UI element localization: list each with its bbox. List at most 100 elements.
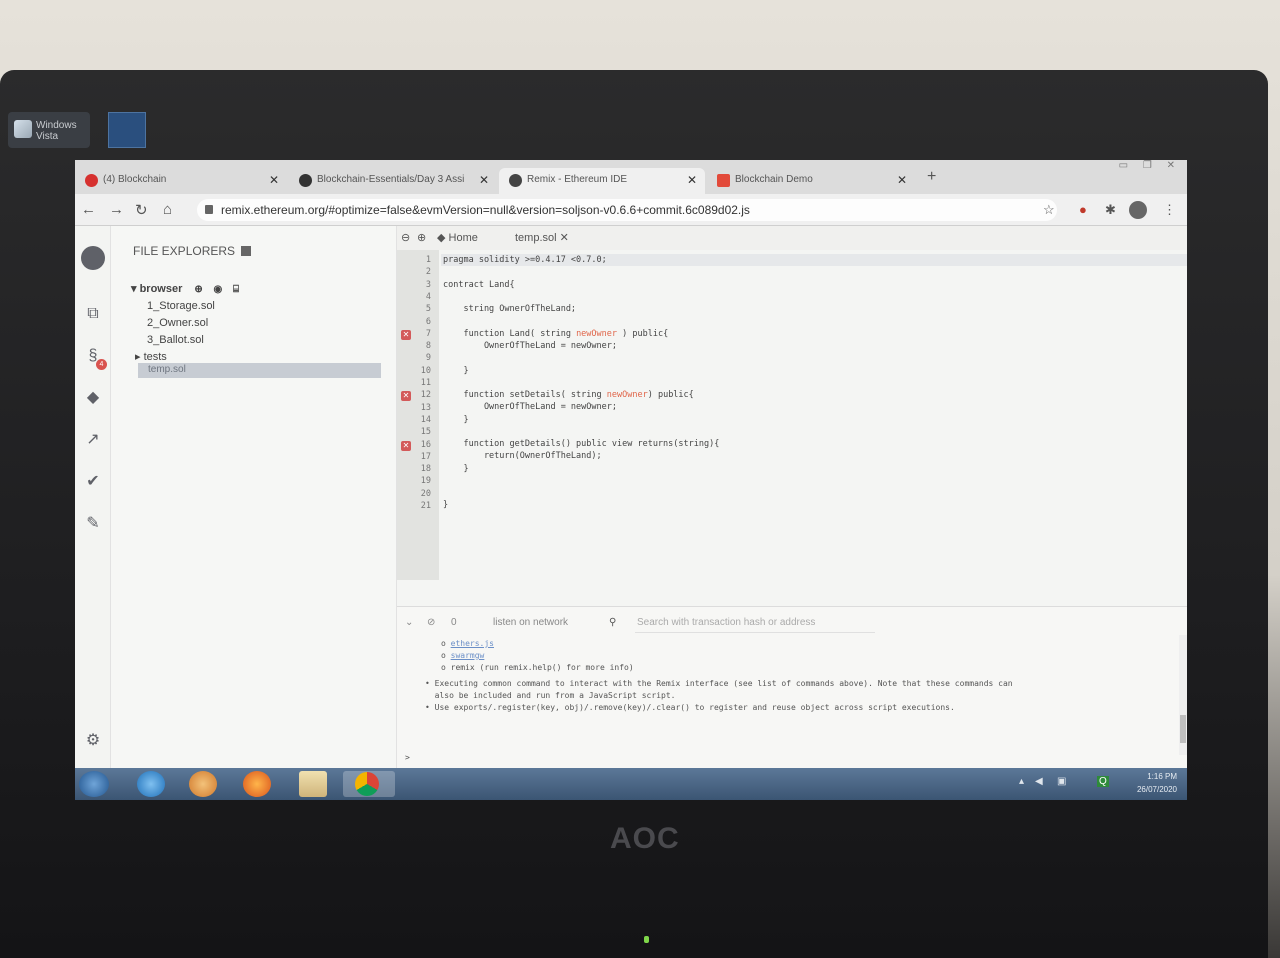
error-marker-icon[interactable]: ✕ [401, 329, 411, 340]
line-number: 12 [420, 390, 431, 401]
clock[interactable]: 1:16 PM 26/07/2020 [1137, 770, 1177, 796]
scrollbar-thumb[interactable] [1180, 715, 1186, 743]
editor-area: ⊖ ⊕ ◆ Home temp.sol ✕ 1 2 3 4 5 6 7 ✕ 8 9 10 11 12 ✕ 1… [397, 226, 1187, 768]
taskbar: ▴ ◀ ▣ Q 1:16 PM 26/07/2020 [75, 768, 1187, 800]
docs-icon[interactable] [241, 246, 252, 256]
terminal-line-exec2: also be included and run from a JavaScri… [425, 691, 676, 700]
file-explorers-icon[interactable]: ⧉ [83, 304, 103, 324]
code-line-14: } [443, 415, 469, 425]
file-item[interactable]: 1_Storage.sol [131, 298, 243, 315]
line-number: 19 [420, 476, 431, 487]
extension-icon[interactable]: ● [1079, 202, 1087, 217]
line-number: 21 [420, 501, 431, 511]
tab-home[interactable]: ◆ Home [437, 231, 478, 244]
forward-icon[interactable]: → [109, 201, 124, 218]
tab-remix[interactable]: Remix - Ethereum IDE ✕ [499, 168, 705, 194]
file-explorer-icon[interactable] [299, 771, 327, 797]
code-line-8: OwnerOfTheLand = newOwner; [443, 341, 617, 351]
close-icon[interactable]: ✕ [897, 173, 907, 187]
windows-logo-icon [14, 120, 32, 138]
close-icon[interactable]: ✕ [687, 173, 697, 187]
code-line-1: pragma solidity >=0.4.17 <0.7.0; [443, 255, 607, 265]
window-controls[interactable]: ▭ ❐ ✕ [1119, 160, 1181, 171]
remix-icon [509, 174, 522, 187]
compiler-icon[interactable]: § 4 [83, 346, 107, 370]
line-number: 7 [425, 328, 431, 339]
power-led [644, 936, 649, 943]
monitor-brand: AOC [610, 822, 680, 855]
close-icon[interactable]: ✕ [560, 232, 569, 244]
tab-youtube[interactable]: (4) Blockchain ✕ [75, 168, 287, 194]
bookmark-star-icon[interactable]: ☆ [1043, 202, 1055, 218]
line-number: 5 [425, 304, 431, 315]
reload-icon[interactable]: ↻ [135, 201, 148, 219]
start-button-icon[interactable] [79, 771, 109, 797]
menu-icon[interactable]: ⋮ [1163, 202, 1176, 218]
panel-title: FILE EXPLORERS [133, 244, 252, 258]
collapse-terminal-icon[interactable]: ⌄ [405, 617, 413, 628]
media-player-icon[interactable] [189, 771, 217, 797]
file-item[interactable]: 3_Ballot.sol [131, 332, 243, 349]
back-icon[interactable]: ← [81, 201, 96, 218]
terminal-scrollbar[interactable] [1179, 635, 1187, 755]
home-icon[interactable]: ⌂ [163, 201, 172, 218]
icon-panel: ⧉ § 4 ◆ ↗ ✔ ✎ ⚙ [75, 226, 111, 768]
new-tab-button[interactable]: + [927, 168, 936, 186]
line-number: 1 [425, 255, 431, 265]
terminal-line-exec3: • Use exports/.register(key, obj)/.remov… [425, 703, 955, 712]
clear-console-icon[interactable]: ⊘ [427, 617, 435, 628]
terminal-prompt[interactable]: > [405, 753, 410, 762]
plugin-manager-icon[interactable]: ✎ [83, 514, 103, 534]
workspace-browser[interactable]: ▾ browser ⊕ ◉ ⌸ [131, 281, 243, 298]
code-line-12: function setDetails( string newOwner) pu… [443, 390, 694, 400]
remix-logo-icon[interactable] [81, 246, 105, 270]
error-marker-icon[interactable]: ✕ [401, 440, 411, 451]
tray-app-icon[interactable]: Q [1097, 776, 1109, 787]
zoom-out-icon[interactable]: ⊖ [401, 231, 410, 244]
tab-temp-sol[interactable]: temp.sol ✕ [515, 231, 569, 244]
code-line-18: } [443, 464, 469, 474]
line-number: 9 [425, 353, 431, 364]
close-icon[interactable]: ✕ [479, 173, 489, 187]
close-icon[interactable]: ✕ [269, 173, 279, 187]
analysis-icon[interactable]: ↗ [83, 430, 103, 450]
terminal-line-remix: o remix (run remix.help() for more info) [441, 663, 634, 672]
file-item[interactable]: 2_Owner.sol [131, 315, 243, 332]
listen-network-toggle[interactable]: listen on network [493, 617, 568, 628]
terminal-panel: ⌄ ⊘ 0 listen on network ⚲ Search with tr… [397, 606, 1187, 768]
volume-icon[interactable]: ◀ [1035, 776, 1043, 787]
code-line-16: function getDetails() public view return… [443, 439, 720, 449]
code-editor[interactable]: pragma solidity >=0.4.17 <0.7.0; contrac… [441, 250, 1187, 580]
url-field[interactable]: remix.ethereum.org/#optimize=false&evmVe… [197, 199, 1057, 221]
blockchain-demo-icon [717, 174, 730, 187]
tab-github[interactable]: Blockchain-Essentials/Day 3 Assi ✕ [289, 168, 497, 194]
code-line-17: return(OwnerOfTheLand); [443, 451, 602, 461]
file-item-selected[interactable]: temp.sol [138, 363, 381, 378]
puzzle-icon[interactable]: ✱ [1105, 202, 1116, 218]
line-number: 11 [420, 378, 431, 388]
deploy-run-icon[interactable]: ◆ [83, 388, 103, 408]
terminal-line-swarmgw: o swarmgw [441, 651, 485, 660]
code-line-5: string OwnerOfTheLand; [443, 304, 577, 314]
firefox-icon[interactable] [243, 771, 271, 797]
internet-explorer-icon[interactable] [137, 771, 165, 797]
code-line-10: } [443, 366, 469, 376]
file-tree: ▾ browser ⊕ ◉ ⌸ 1_Storage.sol 2_Owner.sol… [131, 281, 243, 366]
youtube-icon [85, 174, 98, 187]
zoom-in-icon[interactable]: ⊕ [417, 231, 426, 244]
error-marker-icon[interactable]: ✕ [401, 391, 411, 402]
file-explorer-panel: FILE EXPLORERS ▾ browser ⊕ ◉ ⌸ 1_Storage.… [111, 226, 397, 768]
network-icon[interactable]: ▣ [1057, 776, 1066, 787]
testing-icon[interactable]: ✔ [83, 472, 103, 492]
chrome-taskbar-button[interactable] [343, 771, 395, 797]
pending-tx-count: 0 [451, 617, 457, 628]
line-number: 13 [420, 402, 431, 413]
tray-arrow-icon[interactable]: ▴ [1019, 776, 1024, 787]
workspace-actions[interactable]: ⊕ ◉ ⌸ [194, 281, 243, 298]
tab-blockchain-demo[interactable]: Blockchain Demo ✕ [707, 168, 915, 194]
tx-search-input[interactable]: Search with transaction hash or address [635, 615, 875, 633]
chrome-icon [355, 772, 379, 796]
avatar[interactable] [1129, 201, 1147, 219]
browser-tab-strip: (4) Blockchain ✕ Blockchain-Essentials/D… [75, 160, 1187, 194]
settings-gear-icon[interactable]: ⚙ [83, 731, 103, 751]
